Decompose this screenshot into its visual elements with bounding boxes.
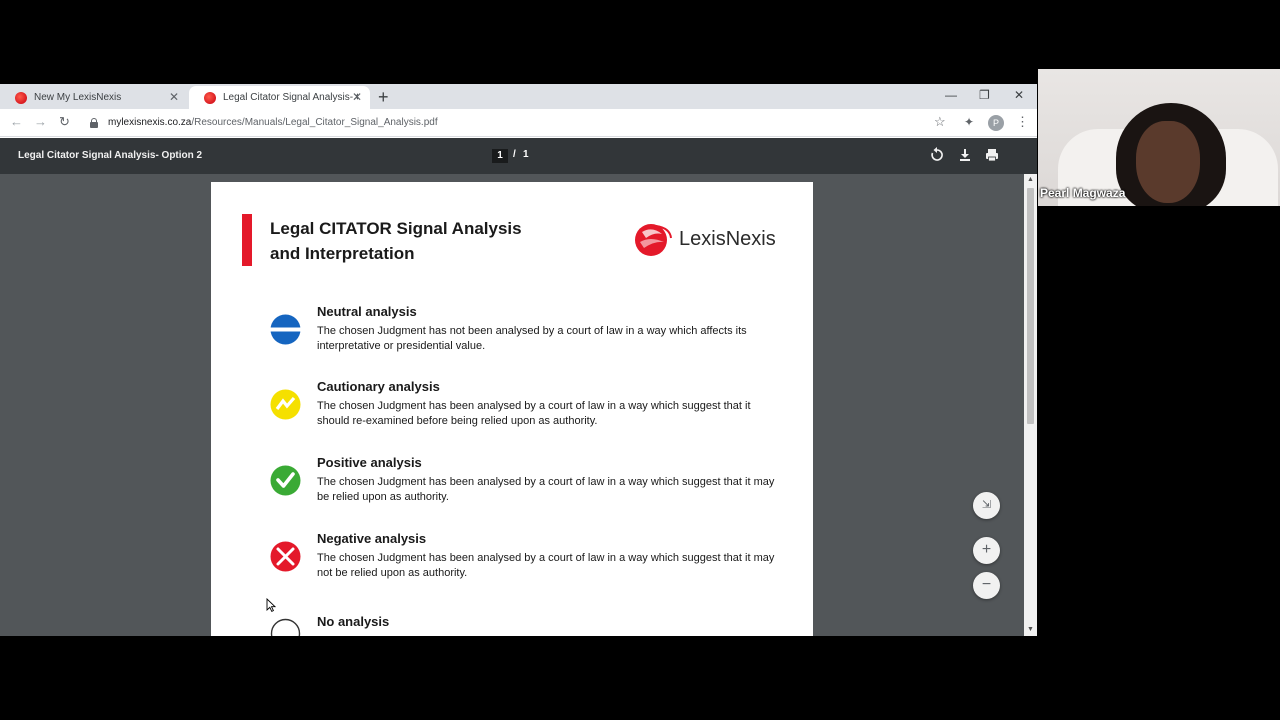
signal-heading: Neutral analysis bbox=[317, 304, 417, 319]
lexisnexis-favicon-icon bbox=[15, 91, 27, 104]
document-title: Legal CITATOR Signal Analysis and Interp… bbox=[270, 219, 522, 263]
close-window-button[interactable]: ✕ bbox=[1014, 88, 1024, 102]
pdf-title: Legal Citator Signal Analysis- Option 2 bbox=[18, 150, 203, 161]
pdf-page: Legal CITATOR Signal Analysis and Interp… bbox=[211, 182, 813, 636]
signal-heading: No analysis bbox=[317, 614, 390, 629]
pdf-toolbar: Legal Citator Signal Analysis- Option 2 … bbox=[0, 138, 1037, 174]
zoom-out-button[interactable]: − bbox=[973, 572, 1000, 599]
browser-window: New My LexisNexis ✕ Legal Citator Signal… bbox=[0, 84, 1037, 636]
positive-signal-icon bbox=[270, 465, 301, 496]
zoom-in-button[interactable]: + bbox=[973, 537, 1000, 564]
neutral-signal-icon bbox=[270, 314, 301, 345]
lexisnexis-globe-icon bbox=[635, 224, 672, 256]
signal-heading: Negative analysis bbox=[317, 531, 427, 546]
lock-icon[interactable] bbox=[90, 118, 98, 128]
lexisnexis-favicon-icon bbox=[204, 91, 216, 104]
bookmark-star-icon[interactable]: ☆ bbox=[934, 114, 946, 130]
logo-text: LexisNexis bbox=[679, 228, 776, 250]
url-path: /Resources/Manuals/Legal_Citator_Signal_… bbox=[191, 117, 438, 128]
signal-description: The chosen Judgment has not been analyse… bbox=[317, 325, 747, 352]
screen: New My LexisNexis ✕ Legal Citator Signal… bbox=[0, 0, 1280, 720]
fit-to-page-button[interactable]: ⇲ bbox=[973, 492, 1000, 519]
page-separator: / bbox=[513, 149, 516, 160]
mouse-cursor-icon bbox=[266, 598, 276, 612]
address-bar[interactable]: mylexisnexis.co.za/Resources/Manuals/Leg… bbox=[108, 117, 438, 128]
negative-signal-icon bbox=[270, 541, 301, 572]
tab-strip: New My LexisNexis ✕ Legal Citator Signal… bbox=[0, 84, 1037, 109]
new-tab-button[interactable]: + bbox=[378, 87, 389, 107]
scroll-down-icon[interactable]: ▼ bbox=[1027, 626, 1034, 633]
signal-heading: Positive analysis bbox=[317, 455, 422, 470]
tab-title: New My LexisNexis bbox=[34, 92, 122, 103]
signal-description: The chosen Judgment has been analysed by… bbox=[317, 476, 775, 503]
vertical-scrollbar[interactable]: ▲ ▼ bbox=[1024, 174, 1037, 636]
profile-avatar[interactable]: P bbox=[988, 115, 1004, 131]
pdf-viewer-area[interactable]: Legal CITATOR Signal Analysis and Interp… bbox=[0, 174, 1024, 636]
lexisnexis-logo: LexisNexis bbox=[634, 222, 784, 258]
minimize-button[interactable]: — bbox=[945, 88, 957, 102]
signal-description: The chosen Judgment has been analysed by… bbox=[317, 400, 751, 427]
close-tab-icon[interactable]: ✕ bbox=[169, 90, 179, 104]
cautionary-signal-icon bbox=[270, 389, 301, 420]
title-accent-bar bbox=[242, 214, 252, 266]
back-button[interactable]: ← bbox=[10, 115, 23, 129]
tab-legal-citator[interactable]: Legal Citator Signal Analysis- Op ✕ bbox=[189, 86, 370, 109]
signal-heading: Cautionary analysis bbox=[317, 379, 440, 394]
participant-name: Pearl Magwaza bbox=[1040, 186, 1126, 200]
download-icon[interactable] bbox=[958, 147, 972, 163]
tab-title: Legal Citator Signal Analysis- Op bbox=[223, 92, 358, 103]
page-total: 1 bbox=[523, 149, 529, 160]
browser-menu-icon[interactable]: ⋮ bbox=[1016, 114, 1029, 130]
signal-description: The chosen Judgment has been analysed by… bbox=[317, 552, 775, 579]
restore-button[interactable]: ❐ bbox=[979, 88, 990, 102]
forward-button[interactable]: → bbox=[34, 115, 47, 129]
browser-toolbar: ← → ↻ mylexisnexis.co.za/Resources/Manua… bbox=[0, 109, 1037, 137]
url-domain: mylexisnexis.co.za bbox=[108, 117, 192, 128]
reload-button[interactable]: ↻ bbox=[59, 115, 70, 129]
print-icon[interactable] bbox=[985, 147, 999, 163]
scroll-up-icon[interactable]: ▲ bbox=[1027, 176, 1034, 183]
rotate-icon[interactable] bbox=[930, 147, 944, 163]
scrollbar-thumb[interactable] bbox=[1027, 188, 1034, 424]
tab-new-my-lexisnexis[interactable]: New My LexisNexis ✕ bbox=[0, 86, 187, 109]
page-number-input[interactable]: 1 bbox=[492, 149, 508, 163]
close-tab-icon[interactable]: ✕ bbox=[352, 90, 362, 104]
no-analysis-signal-icon bbox=[270, 618, 301, 636]
extensions-puzzle-icon[interactable]: ✦ bbox=[964, 115, 974, 129]
